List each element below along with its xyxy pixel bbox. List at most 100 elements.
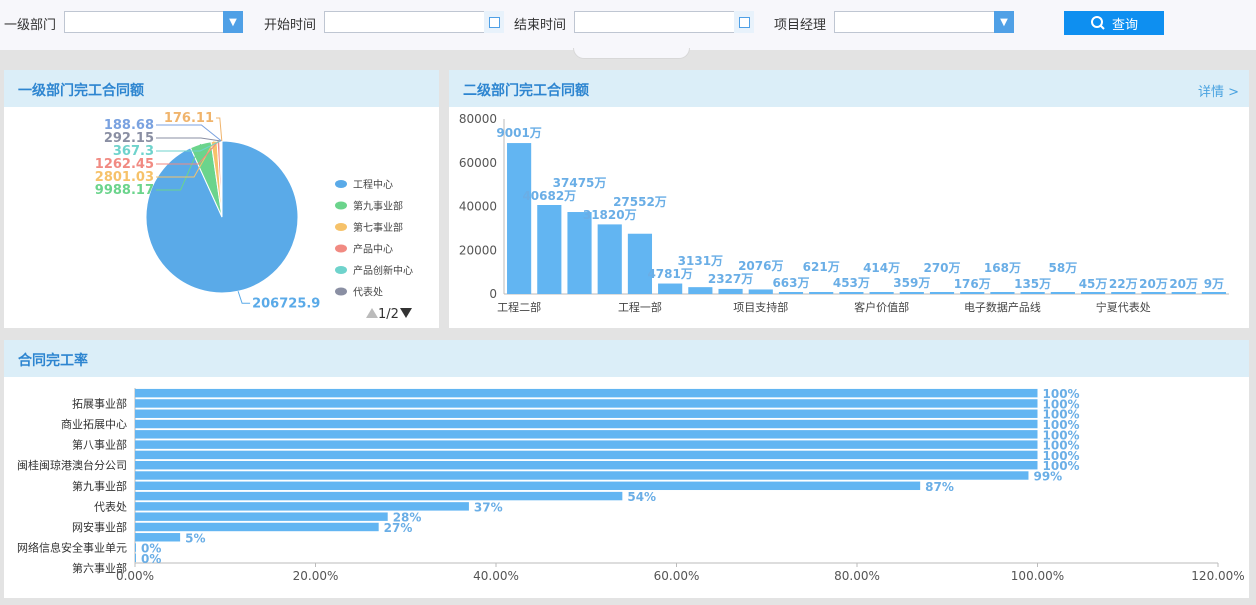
bar-value-label: 270万 [923,261,960,275]
legend-prev-icon [366,308,378,318]
rate-bar [135,460,1038,470]
chevron-down-icon[interactable]: ▼ [223,11,243,33]
legend-marker [335,180,347,188]
pie-value-label: 176.11 [164,111,214,126]
y-tick-label: 代表处 [94,499,127,513]
pie-panel-header: 一级部门完工合同额 [4,70,439,107]
bar-panel: 二级部门完工合同额 详情 > 0 20000 40000 60000 80000 9001… [449,70,1249,328]
y-tick-label: 第八事业部 [72,438,127,452]
start-time-input[interactable] [324,11,504,33]
bar-value-label: 45万 [1079,277,1108,291]
legend-page: 1/2 [378,307,399,322]
search-button[interactable]: 查询 [1064,11,1164,35]
pie-leader-line [156,137,221,142]
pie-value-label: 9988.17 [95,183,154,198]
rate-bar [135,502,469,511]
x-tick-label: 100.00% [1011,569,1064,583]
detail-link[interactable]: 详情 > [1198,81,1239,100]
calendar-icon[interactable] [484,11,504,33]
start-time-label: 开始时间 [264,18,317,33]
rate-bar [135,533,181,542]
rate-bar [135,388,1038,398]
y-tick-label: 40000 [459,200,497,214]
bar [1020,292,1045,294]
rate-bar [135,399,1038,408]
x-tick-label: 工程一部 [618,300,662,314]
y-tick-label: 网络信息安全事业单元 [17,541,127,555]
rate-panel-title: 合同完工率 [18,353,88,369]
bar-value-label: 3131万 [678,254,723,268]
legend-item: 第七事业部 [353,221,403,234]
bar-value-label: 663万 [772,276,809,290]
rate-value-label: 5% [185,531,205,545]
calendar-icon[interactable] [734,11,754,33]
y-tick-label: 80000 [459,112,497,126]
bar [718,288,743,294]
bar [1111,292,1136,294]
bar [567,212,592,294]
bar [597,224,622,294]
bar-value-label: 20万 [1169,277,1198,291]
bar-value-label: 9万 [1204,277,1224,291]
bar-value-label: 135万 [1014,277,1051,291]
bar-value-label: 359万 [893,276,930,290]
pie-chart: 206725.9 9988.172801.031262.45367.3292.15… [95,111,413,322]
legend-item: 产品创新中心 [353,264,413,277]
end-time-input[interactable] [574,11,754,33]
chevron-down-icon[interactable]: ▼ [994,11,1014,33]
bar-value-label: 621万 [803,260,840,274]
legend-marker [335,287,347,296]
pie-value-label: 367.3 [113,144,154,159]
pm-label: 项目经理 [774,18,827,33]
bar-value-label: 20万 [1139,277,1168,291]
collapse-handle[interactable] [573,48,690,59]
x-tick-label: 电子数据产品线 [964,300,1041,314]
bar-value-label: 176万 [954,277,991,291]
rate-bar [135,430,1038,439]
legend-item: 工程中心 [353,178,393,191]
bar [688,287,713,294]
rate-bar [135,543,136,552]
x-tick-label: 80.00% [834,569,880,583]
legend-item: 产品中心 [353,243,393,256]
bar [929,292,955,294]
rate-bar [135,409,1038,418]
bar [627,233,653,294]
legend-next-icon [400,308,412,318]
y-tick-label: 0 [489,287,497,301]
bar [839,292,864,294]
bar-value-label: 31820万 [583,208,637,222]
pie-value-label: 1262.45 [95,157,154,172]
bar [778,292,804,294]
x-tick-label: 60.00% [654,569,700,583]
y-tick-label: 60000 [459,156,497,170]
legend-item: 代表处 [353,286,383,299]
bar [809,292,834,294]
legend-marker [335,244,347,253]
bar [1080,292,1106,294]
legend-marker [335,266,347,274]
bar [1171,292,1196,294]
rate-bar [135,522,379,532]
x-tick-label: 0.00% [116,569,154,583]
bar [507,143,532,294]
dept-select[interactable]: ▼ [64,11,243,33]
pm-select[interactable]: ▼ [834,11,1014,33]
bar [1050,292,1075,294]
rate-chart: 100%100%100%100%100%100%100%100%99%87%54… [17,387,1245,583]
y-tick-label: 网安事业部 [72,520,127,534]
rate-bar [135,471,1029,480]
bar-value-label: 414万 [863,261,900,275]
legend-marker [335,223,347,231]
rate-bar [135,440,1038,449]
bar-value-label: 37475万 [553,176,607,190]
bar [869,292,894,294]
x-tick-label: 宁夏代表处 [1096,300,1151,314]
bar [1201,292,1226,294]
bar [537,205,562,294]
pie-value-label: 292.15 [104,131,154,146]
bar-value-label: 22万 [1109,277,1138,291]
rate-value-label: 27% [384,521,413,535]
pie-panel: 一级部门完工合同额 206725.9 9988.17 2801.03 1262.45 3… [4,70,439,328]
x-tick-label: 40.00% [473,569,519,583]
